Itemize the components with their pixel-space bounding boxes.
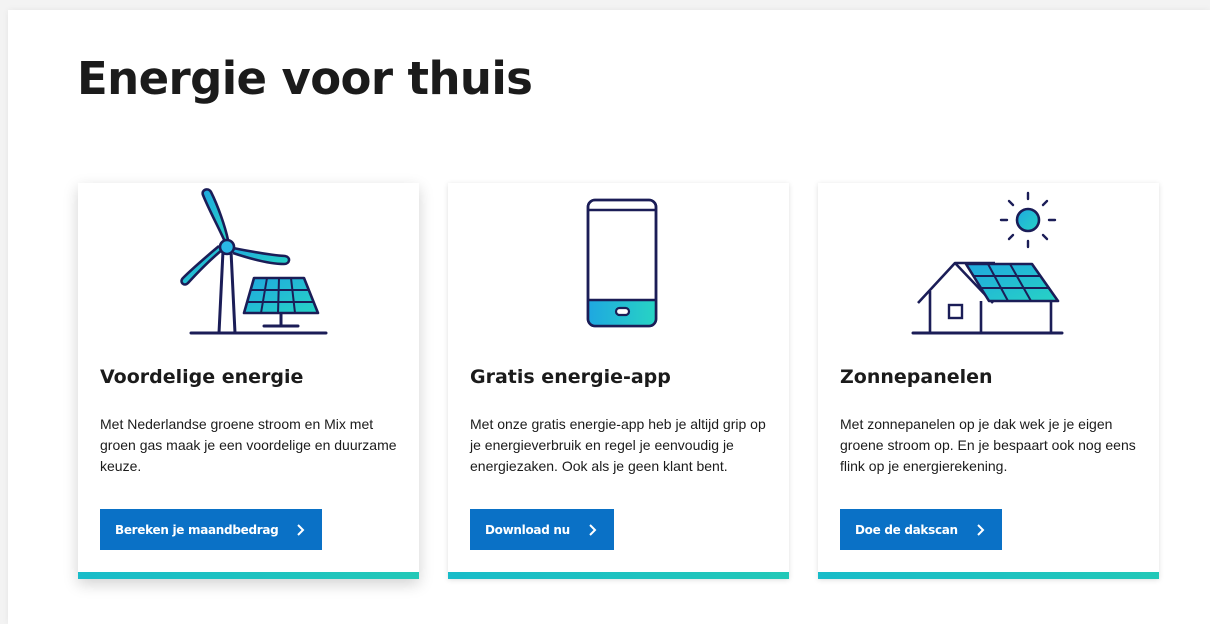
bereken-maandbedrag-button[interactable]: Bereken je maandbedrag	[100, 509, 323, 550]
wind-turbine-solar-panel-icon	[78, 183, 419, 343]
card-gratis-energie-app: Gratis energie-app Met onze gratis energ…	[448, 183, 789, 579]
card-text: Met zonnepanelen op je dak wek je je eig…	[840, 416, 1136, 474]
card-text: Met onze gratis energie-app heb je altij…	[470, 416, 766, 474]
card-accent-bar	[448, 572, 789, 579]
house-solar-roof-sun-icon	[818, 183, 1159, 343]
chevron-right-icon	[295, 523, 305, 537]
button-label: Doe de dakscan	[855, 522, 958, 537]
card-accent-bar	[78, 572, 419, 579]
doe-de-dakscan-button[interactable]: Doe de dakscan	[840, 509, 1002, 550]
page-title: Energie voor thuis	[77, 52, 533, 105]
card-title: Gratis energie-app	[470, 366, 671, 388]
card-accent-bar	[818, 572, 1159, 579]
card-text: Met Nederlandse groene stroom en Mix met…	[100, 416, 397, 474]
card-voordelige-energie: Voordelige energie Met Nederlandse groen…	[78, 183, 419, 579]
download-nu-button[interactable]: Download nu	[470, 509, 614, 550]
smartphone-icon	[448, 183, 789, 343]
card-title: Zonnepanelen	[840, 366, 993, 388]
card-zonnepanelen: Zonnepanelen Met zonnepanelen op je dak …	[818, 183, 1159, 579]
button-label: Bereken je maandbedrag	[115, 522, 279, 537]
button-label: Download nu	[485, 522, 570, 537]
chevron-right-icon	[587, 523, 597, 537]
card-title: Voordelige energie	[100, 366, 304, 388]
chevron-right-icon	[975, 523, 985, 537]
